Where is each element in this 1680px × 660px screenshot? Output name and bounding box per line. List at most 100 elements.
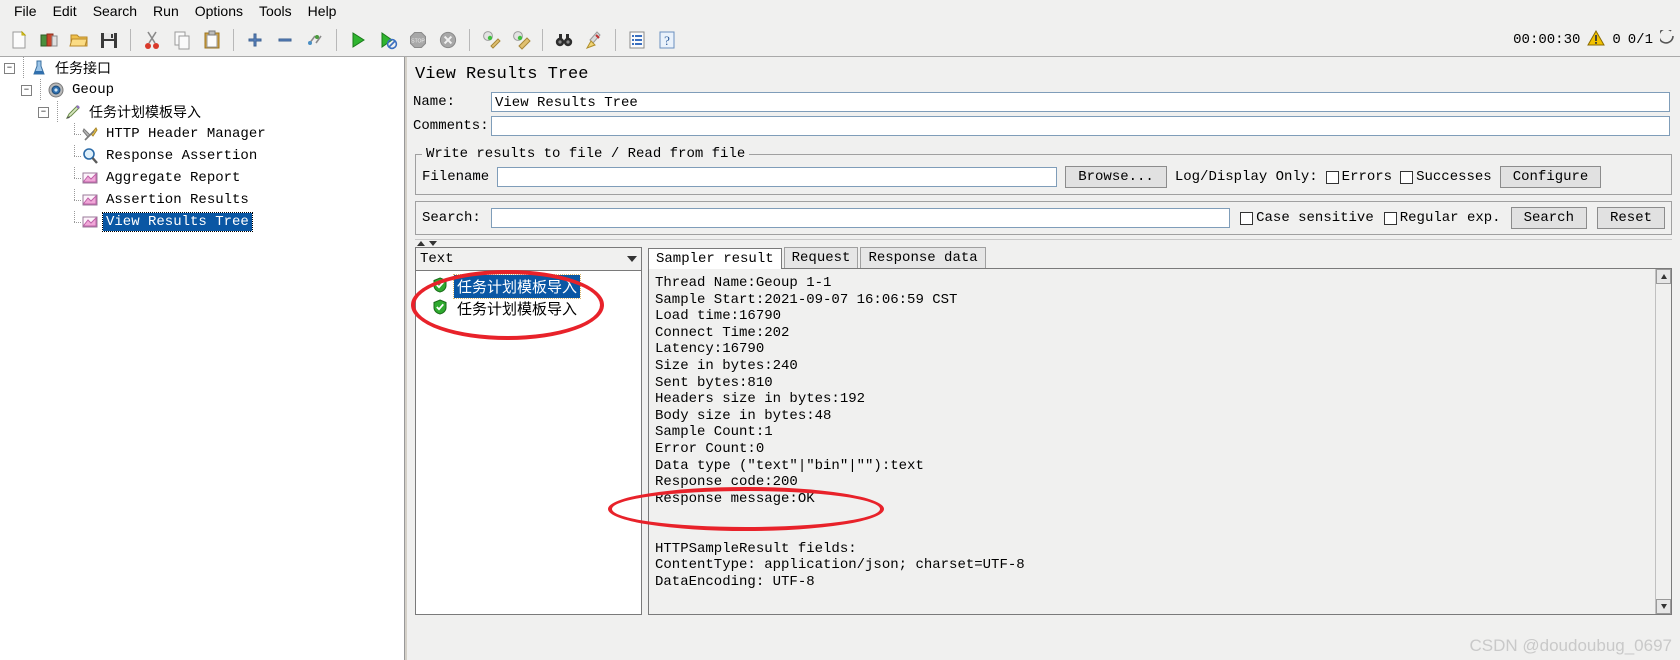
menu-help[interactable]: Help xyxy=(300,1,345,21)
tab-sampler-result[interactable]: Sampler result xyxy=(648,248,782,269)
tree-node-label: 任务接口 xyxy=(55,62,111,78)
tree-node-header-manager[interactable]: HTTP Header Manager xyxy=(0,123,404,145)
regular-exp-checkbox[interactable]: Regular exp. xyxy=(1383,210,1501,226)
clear-icon[interactable] xyxy=(477,26,505,54)
tree-node-label-selected: View Results Tree xyxy=(102,212,253,232)
configure-button[interactable]: Configure xyxy=(1499,166,1602,188)
splitter-up-icon[interactable] xyxy=(417,241,425,246)
sampler-result-pane: Thread Name:Geoup 1-1 Sample Start:2021-… xyxy=(648,268,1672,615)
splitter-handle[interactable] xyxy=(415,239,1672,247)
open-icon[interactable] xyxy=(65,26,93,54)
search-binoculars-icon[interactable] xyxy=(550,26,578,54)
case-sensitive-checkbox-box[interactable] xyxy=(1240,211,1254,225)
toolbar: STOP ? 00:00:30 0 0/1 xyxy=(0,23,1680,57)
tree-node-thread-group[interactable]: − Geoup xyxy=(0,79,404,101)
report-icon xyxy=(81,213,99,231)
write-results-group: Write results to file / Read from file F… xyxy=(415,146,1672,195)
scroll-up-button[interactable] xyxy=(1656,269,1671,284)
test-plan-tree[interactable]: − 任务接口 − Geoup − 任务计划模板导入 HTTP Header Ma… xyxy=(0,57,405,660)
chevron-down-icon xyxy=(1660,604,1667,609)
errors-checkbox-box[interactable] xyxy=(1325,170,1339,184)
http-sampler-icon xyxy=(64,103,82,121)
warning-triangle-icon[interactable] xyxy=(1587,29,1606,49)
renderer-select[interactable]: Text xyxy=(416,248,641,271)
filename-row: Filename Browse... Log/Display Only: Err… xyxy=(422,166,1665,188)
toolbar-separator xyxy=(469,28,470,51)
menu-search[interactable]: Search xyxy=(85,1,145,21)
shutdown-icon[interactable] xyxy=(434,26,462,54)
remove-icon[interactable] xyxy=(271,26,299,54)
search-input[interactable] xyxy=(490,208,1231,228)
toolbar-separator xyxy=(615,28,616,51)
tree-node-test-plan[interactable]: − 任务接口 xyxy=(0,57,404,79)
toggle-icon[interactable] xyxy=(301,26,329,54)
results-area: Text 任务计划模板导入 任务计划模板导入 Sampler result Re… xyxy=(415,247,1672,615)
errors-checkbox[interactable]: Errors xyxy=(1325,169,1392,185)
copy-icon[interactable] xyxy=(168,26,196,54)
collapse-handle-icon[interactable]: − xyxy=(38,106,49,118)
reset-button[interactable]: Reset xyxy=(1596,207,1665,229)
svg-text:STOP: STOP xyxy=(411,38,425,44)
tab-response-data[interactable]: Response data xyxy=(860,247,986,268)
tree-node-label: HTTP Header Manager xyxy=(106,126,266,142)
scroll-down-button[interactable] xyxy=(1656,599,1671,614)
toolbar-separator xyxy=(130,28,131,51)
clear-all-icon[interactable] xyxy=(507,26,535,54)
name-input[interactable]: View Results Tree xyxy=(491,92,1670,112)
menu-tools[interactable]: Tools xyxy=(251,1,300,21)
collapse-handle-icon[interactable]: − xyxy=(4,62,15,74)
case-sensitive-checkbox[interactable]: Case sensitive xyxy=(1240,210,1374,226)
chevron-up-icon xyxy=(1660,274,1667,279)
help-icon[interactable]: ? xyxy=(653,26,681,54)
regular-exp-label: Regular exp. xyxy=(1399,210,1501,226)
cut-icon[interactable] xyxy=(138,26,166,54)
tree-node-response-assertion[interactable]: Response Assertion xyxy=(0,145,404,167)
paste-icon[interactable] xyxy=(198,26,226,54)
tree-node-assertion-results[interactable]: Assertion Results xyxy=(0,189,404,211)
search-button[interactable]: Search xyxy=(1510,207,1587,229)
results-list[interactable]: 任务计划模板导入 任务计划模板导入 xyxy=(416,271,641,614)
tab-request[interactable]: Request xyxy=(783,247,859,268)
collapse-handle-icon[interactable]: − xyxy=(21,84,32,96)
new-icon[interactable] xyxy=(5,26,33,54)
menu-options[interactable]: Options xyxy=(187,1,251,21)
toolbar-separator xyxy=(336,28,337,51)
thread-activity-icon xyxy=(1658,28,1674,49)
case-sensitive-label: Case sensitive xyxy=(1256,210,1374,226)
stop-icon[interactable]: STOP xyxy=(404,26,432,54)
menu-file[interactable]: File xyxy=(6,1,45,21)
tree-node-label: 任务计划模板导入 xyxy=(89,106,201,122)
list-item[interactable]: 任务计划模板导入 xyxy=(416,273,641,299)
list-item[interactable]: 任务计划模板导入 xyxy=(416,297,641,319)
filename-input[interactable] xyxy=(497,167,1058,187)
toolbar-separator xyxy=(233,28,234,51)
main-area: − 任务接口 − Geoup − 任务计划模板导入 HTTP Header Ma… xyxy=(0,57,1680,660)
tree-node-http-sampler[interactable]: − 任务计划模板导入 xyxy=(0,101,404,123)
comments-input[interactable] xyxy=(491,116,1670,136)
successes-checkbox[interactable]: Successes xyxy=(1400,169,1492,185)
start-no-timers-icon[interactable] xyxy=(374,26,402,54)
menu-run[interactable]: Run xyxy=(145,1,187,21)
chevron-down-icon[interactable] xyxy=(627,256,637,262)
report-icon xyxy=(81,169,99,187)
search-reset-broom-icon[interactable] xyxy=(580,26,608,54)
splitter-down-icon[interactable] xyxy=(429,241,437,246)
menu-edit[interactable]: Edit xyxy=(45,1,85,21)
tree-connector xyxy=(68,189,81,211)
menu-bar: File Edit Search Run Options Tools Help xyxy=(0,0,1680,23)
successes-checkbox-label: Successes xyxy=(1416,169,1492,185)
add-icon[interactable] xyxy=(241,26,269,54)
regular-exp-checkbox-box[interactable] xyxy=(1383,211,1397,225)
start-icon[interactable] xyxy=(344,26,372,54)
tree-node-view-results-tree[interactable]: View Results Tree xyxy=(0,211,404,233)
function-helper-icon[interactable] xyxy=(623,26,651,54)
templates-icon[interactable] xyxy=(35,26,63,54)
save-icon[interactable] xyxy=(95,26,123,54)
tree-node-aggregate-report[interactable]: Aggregate Report xyxy=(0,167,404,189)
vertical-scrollbar[interactable] xyxy=(1655,269,1671,614)
successes-checkbox-box[interactable] xyxy=(1400,170,1414,184)
elapsed-timer: 00:00:30 xyxy=(1513,31,1581,48)
tree-connector xyxy=(68,211,81,233)
thread-group-icon xyxy=(47,81,65,99)
browse-button[interactable]: Browse... xyxy=(1065,166,1167,188)
